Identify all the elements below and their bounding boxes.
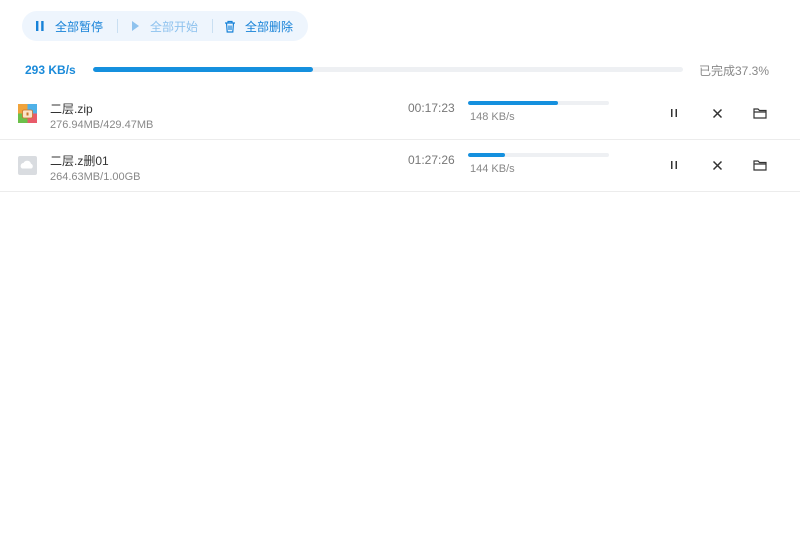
file-name: 二层.z删01 xyxy=(50,154,109,168)
task-list: 二层.zip 276.94MB/429.47MB 00:17:23 148 KB… xyxy=(0,88,800,192)
toolbar-divider xyxy=(117,19,119,33)
pause-icon xyxy=(671,109,677,117)
pause-icon xyxy=(34,19,46,33)
toolbar-divider xyxy=(212,19,214,33)
file-size-progress: 264.63MB/1.00GB xyxy=(50,171,141,183)
pause-task-button[interactable] xyxy=(666,105,682,121)
completion-status: 已完成37.3% xyxy=(699,64,770,78)
cancel-task-button[interactable] xyxy=(709,105,725,121)
folder-icon xyxy=(753,108,767,119)
total-speed: 293 KB/s xyxy=(25,63,76,77)
generic-file-icon xyxy=(17,155,38,176)
task-progress-fill xyxy=(468,153,505,157)
start-all-button[interactable]: 全部开始 xyxy=(129,18,198,35)
delete-all-label: 全部删除 xyxy=(245,19,294,34)
overall-progress-bar xyxy=(93,67,683,72)
time-remaining: 01:27:26 xyxy=(408,153,455,167)
pause-icon xyxy=(671,161,677,169)
task-progress-bar xyxy=(468,101,609,105)
overall-progress-fill xyxy=(93,67,314,72)
pause-task-button[interactable] xyxy=(666,157,682,173)
time-remaining: 00:17:23 xyxy=(408,101,455,115)
folder-icon xyxy=(753,160,767,171)
open-folder-button[interactable] xyxy=(752,157,768,173)
task-progress-bar xyxy=(468,153,609,157)
cancel-task-button[interactable] xyxy=(709,157,725,173)
close-icon xyxy=(712,108,722,118)
close-icon xyxy=(712,160,722,170)
overall-progress: 293 KB/s 已完成37.3% xyxy=(0,61,800,79)
trash-icon xyxy=(224,19,236,33)
task-progress-fill xyxy=(468,101,559,105)
zip-archive-icon xyxy=(17,103,38,124)
delete-all-button[interactable]: 全部删除 xyxy=(224,18,293,35)
file-size-progress: 276.94MB/429.47MB xyxy=(50,119,154,131)
task-row: 二层.z删01 264.63MB/1.00GB 01:27:26 144 KB/… xyxy=(0,140,800,192)
task-row: 二层.zip 276.94MB/429.47MB 00:17:23 148 KB… xyxy=(0,88,800,140)
play-icon xyxy=(129,19,141,33)
download-rate: 148 KB/s xyxy=(470,111,515,123)
toolbar: 全部暂停 全部开始 全部删除 xyxy=(22,11,308,41)
pause-all-button[interactable]: 全部暂停 xyxy=(34,18,103,35)
download-manager: 全部暂停 全部开始 全部删除 293 KB/s 已完成37.3% 二层.zip … xyxy=(0,0,800,553)
start-all-label: 全部开始 xyxy=(150,19,199,34)
pause-all-label: 全部暂停 xyxy=(55,19,104,34)
open-folder-button[interactable] xyxy=(752,105,768,121)
file-name: 二层.zip xyxy=(50,102,93,116)
download-rate: 144 KB/s xyxy=(470,163,515,175)
